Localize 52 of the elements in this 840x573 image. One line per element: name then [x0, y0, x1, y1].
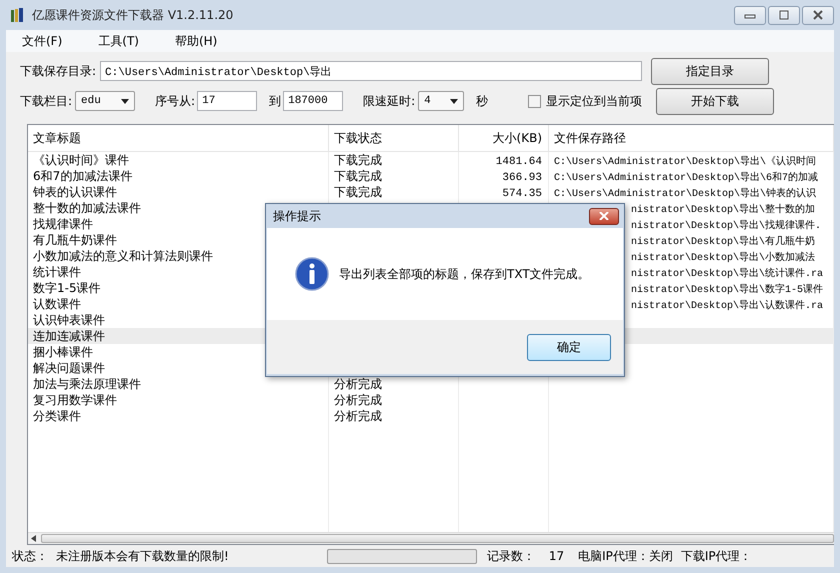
table-cell: 小数加减法的意义和计算法则课件: [33, 249, 213, 263]
table-cell: C:\Users\Administrator\Desktop\导出\钟表的认识: [554, 189, 816, 200]
table-cell: C:\Users\Administrator\Desktop\导出\6和7的加减: [554, 173, 818, 184]
table-cell: 认识钟表课件: [33, 313, 105, 327]
window-title: 亿愿课件资源文件下载器 V1.2.11.20: [32, 6, 234, 24]
from-label: 序号从:: [155, 92, 196, 110]
table-cell: 认数课件: [33, 297, 81, 311]
table-cell: 分类课件: [33, 409, 81, 423]
table-cell: 分析完成: [334, 377, 382, 391]
record-count-label: 记录数：: [486, 548, 535, 564]
table-cell: 统计课件: [33, 265, 81, 279]
locate-label: 显示定位到当前项: [546, 92, 642, 110]
table-cell: 6和7的加减法课件: [33, 169, 132, 183]
table-cell: 复习用数学课件: [33, 393, 117, 407]
table-cell: nistrator\Desktop\导出\认数课件.ra: [631, 301, 824, 312]
status-label: 状态：: [12, 548, 48, 564]
table-cell: 1481.64: [496, 156, 542, 168]
table-cell: 找规律课件: [33, 217, 93, 231]
table-cell: 加法与乘法原理课件: [33, 377, 141, 391]
table-cell: 《认识时间》课件: [33, 153, 129, 167]
column-label: 下载栏目:: [20, 92, 72, 110]
record-count: 17: [548, 549, 564, 563]
table-cell: 解决问题课件: [33, 361, 105, 375]
table-cell: nistrator\Desktop\导出\整十数的加: [631, 205, 816, 216]
table-cell: 捆小棒课件: [33, 345, 93, 359]
table-cell: 分析完成: [334, 393, 382, 407]
pc-proxy-status: 电脑IP代理：关闭: [578, 548, 673, 564]
table-cell: 366.93: [502, 172, 542, 184]
table-cell: 574.35: [502, 188, 542, 200]
table-cell: 下载完成: [334, 185, 382, 199]
dialog-message: 导出列表全部项的标题，保存到TXT文件完成。: [339, 266, 590, 282]
table-cell: 下载完成: [334, 153, 382, 167]
table-cell: nistrator\Desktop\导出\找规律课件.: [631, 221, 822, 232]
download-proxy-status: 下载IP代理：: [680, 548, 752, 564]
to-label: 到: [269, 92, 282, 110]
table-cell: nistrator\Desktop\导出\统计课件.ra: [631, 269, 824, 280]
delay-label: 限速延时:: [363, 92, 416, 110]
seconds-label: 秒: [476, 92, 488, 110]
status-message: 未注册版本会有下载数量的限制!: [56, 548, 229, 564]
table-cell: nistrator\Desktop\导出\小数加减法: [631, 253, 816, 264]
table-cell: 数字1-5课件: [33, 281, 101, 295]
dialog-title: 操作提示: [273, 208, 321, 224]
table-cell: 整十数的加减法课件: [33, 201, 141, 215]
save-dir-label: 下载保存目录:: [20, 62, 96, 80]
table-cell: nistrator\Desktop\导出\有几瓶牛奶: [631, 237, 816, 248]
table-cell: 连加连减课件: [33, 329, 105, 343]
table-cell: C:\Users\Administrator\Desktop\导出\《认识时间: [554, 157, 816, 168]
table-cell: nistrator\Desktop\导出\数字1-5课件: [631, 285, 824, 296]
table-cell: 有几瓶牛奶课件: [33, 233, 117, 247]
table-cell: 钟表的认识课件: [33, 185, 117, 199]
table-cell: 下载完成: [334, 169, 382, 183]
table-cell: 分析完成: [334, 409, 382, 423]
